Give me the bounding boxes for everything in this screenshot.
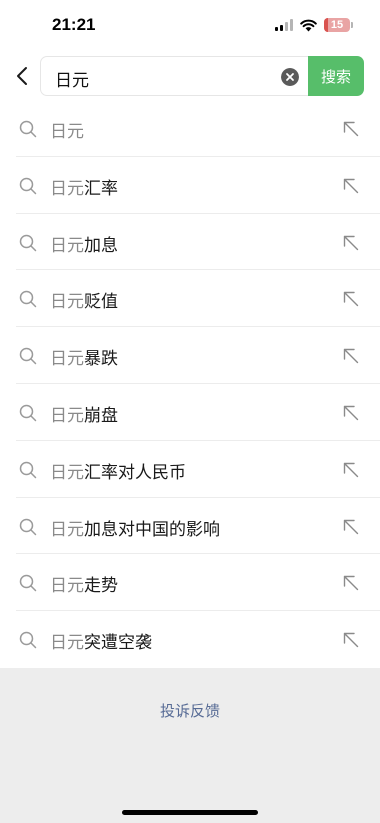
suggestion-label: 日元加息 — [50, 235, 118, 256]
fill-query-arrow-icon[interactable] — [343, 405, 359, 421]
fill-query-arrow-icon[interactable] — [343, 121, 359, 137]
suggestion-item[interactable]: 日元汇率对人民币 — [0, 441, 380, 498]
search-icon — [19, 461, 37, 479]
suggestion-item[interactable]: 日元 — [0, 100, 380, 157]
fill-query-arrow-icon[interactable] — [343, 519, 359, 535]
wifi-icon — [300, 19, 317, 31]
suggestion-item[interactable]: 日元贬值 — [0, 270, 380, 327]
clear-icon[interactable] — [281, 68, 299, 86]
home-indicator[interactable] — [122, 810, 258, 815]
suggestion-label: 日元暴跌 — [50, 349, 118, 370]
suggestion-list: 日元 日元汇率 日元加息 日元贬值 日元暴跌 日元崩盘 日元汇率对人民币 日元加… — [0, 100, 380, 668]
fill-query-arrow-icon[interactable] — [343, 291, 359, 307]
suggestion-label: 日元崩盘 — [50, 405, 118, 426]
suggestion-item[interactable]: 日元加息对中国的影响 — [0, 498, 380, 555]
battery-icon: 15 — [324, 18, 353, 32]
search-button[interactable]: 搜索 — [308, 56, 364, 96]
search-icon — [19, 291, 37, 308]
suggestion-label: 日元汇率 — [50, 178, 118, 199]
search-icon — [19, 631, 37, 649]
fill-query-arrow-icon[interactable] — [343, 575, 359, 591]
search-icon — [19, 575, 37, 592]
search-icon — [19, 404, 37, 422]
suggestion-label: 日元贬值 — [50, 292, 118, 313]
fill-query-arrow-icon[interactable] — [343, 348, 359, 364]
suggestion-item[interactable]: 日元走势 — [0, 554, 380, 611]
search-icon — [19, 177, 37, 195]
search-icon — [19, 234, 37, 251]
status-time: 21:21 — [52, 15, 96, 34]
suggestion-item[interactable]: 日元加息 — [0, 214, 380, 271]
suggestion-item[interactable]: 日元崩盘 — [0, 384, 380, 441]
status-icons: 15 — [275, 16, 353, 34]
fill-query-arrow-icon[interactable] — [343, 632, 359, 648]
fill-query-arrow-icon[interactable] — [343, 235, 359, 251]
cellular-signal-icon — [275, 19, 293, 31]
search-icon — [19, 347, 37, 365]
search-query-text[interactable]: 日元 — [55, 66, 89, 91]
fill-query-arrow-icon[interactable] — [343, 462, 359, 478]
suggestion-label: 日元加息对中国的影响 — [50, 519, 220, 540]
back-arrow-icon[interactable] — [12, 64, 34, 88]
suggestion-item[interactable]: 日元暴跌 — [0, 327, 380, 384]
suggestion-label: 日元汇率对人民币 — [50, 462, 186, 483]
search-input[interactable]: 日元 — [40, 56, 310, 96]
footer-area: 投诉反馈 — [0, 668, 380, 823]
suggestion-item[interactable]: 日元突遭空袭 — [0, 611, 380, 668]
suggestion-item[interactable]: 日元汇率 — [0, 157, 380, 214]
suggestion-label: 日元 — [50, 122, 84, 142]
search-icon — [19, 518, 37, 535]
suggestion-label: 日元走势 — [50, 576, 118, 597]
battery-level: 15 — [330, 19, 344, 31]
search-bar: 日元 搜索 — [0, 56, 380, 96]
status-bar: 21:21 15 — [0, 0, 380, 50]
feedback-link[interactable]: 投诉反馈 — [0, 700, 380, 721]
fill-query-arrow-icon[interactable] — [343, 178, 359, 194]
search-icon — [19, 120, 37, 138]
suggestion-label: 日元突遭空袭 — [50, 633, 152, 654]
